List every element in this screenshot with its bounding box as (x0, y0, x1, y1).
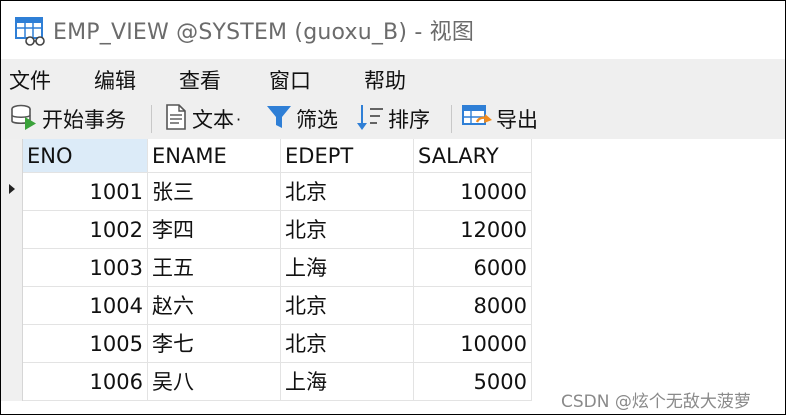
cell-edept[interactable]: 上海 (281, 249, 414, 287)
column-header-eno[interactable]: ENO (23, 139, 148, 173)
cell-eno[interactable]: 1006 (23, 363, 148, 401)
menu-view[interactable]: 查看 (179, 65, 221, 95)
menu-edit[interactable]: 编辑 (94, 65, 136, 95)
view-table-icon (15, 16, 47, 46)
filter-button[interactable]: 筛选 (265, 101, 338, 137)
filter-label: 筛选 (296, 108, 338, 132)
cell-eno[interactable]: 1002 (23, 211, 148, 249)
data-grid: ENO ENAME EDEPT SALARY 1001 张三 北京 10000 … (1, 139, 785, 414)
row-indicator-column (1, 139, 23, 401)
cell-edept[interactable]: 上海 (281, 363, 414, 401)
toolbar-divider (451, 105, 452, 133)
cell-ename[interactable]: 王五 (148, 249, 281, 287)
cell-eno[interactable]: 1001 (23, 173, 148, 211)
toolbar-divider (151, 105, 152, 133)
sort-button[interactable]: 排序 (355, 101, 430, 137)
menu-help[interactable]: 帮助 (364, 65, 406, 95)
column-header-salary[interactable]: SALARY (414, 139, 532, 173)
cell-edept[interactable]: 北京 (281, 173, 414, 211)
cell-eno[interactable]: 1003 (23, 249, 148, 287)
cell-edept[interactable]: 北京 (281, 287, 414, 325)
text-view-button[interactable]: 文本 · (163, 101, 241, 137)
menu-window[interactable]: 窗口 (269, 65, 311, 95)
database-transaction-icon (9, 102, 39, 136)
cell-salary[interactable]: 5000 (414, 363, 532, 401)
current-row-indicator-icon (9, 184, 15, 194)
begin-transaction-label: 开始事务 (42, 108, 126, 132)
menu-bar: 文件 编辑 查看 窗口 帮助 (1, 59, 785, 99)
cell-eno[interactable]: 1004 (23, 287, 148, 325)
text-dropdown-indicator[interactable]: · (236, 110, 241, 129)
export-label: 导出 (496, 108, 538, 132)
app-window: EMP_VIEW @SYSTEM (guoxu_B) - 视图 文件 编辑 查看… (0, 0, 786, 415)
sort-label: 排序 (388, 108, 430, 132)
cell-ename[interactable]: 吴八 (148, 363, 281, 401)
filter-funnel-icon (265, 102, 293, 136)
text-view-label: 文本 (192, 108, 234, 132)
cell-salary[interactable]: 10000 (414, 325, 532, 363)
cell-eno[interactable]: 1005 (23, 325, 148, 363)
cell-salary[interactable]: 12000 (414, 211, 532, 249)
toolbar: 开始事务 文本 · 筛选 排序 导出 (1, 99, 785, 139)
cell-salary[interactable]: 8000 (414, 287, 532, 325)
cell-ename[interactable]: 李七 (148, 325, 281, 363)
title-bar: EMP_VIEW @SYSTEM (guoxu_B) - 视图 (1, 1, 785, 57)
cell-salary[interactable]: 6000 (414, 249, 532, 287)
document-text-icon (163, 102, 189, 136)
cell-ename[interactable]: 张三 (148, 173, 281, 211)
watermark-text: CSDN @炫个无敌大菠萝 (561, 392, 751, 412)
cell-ename[interactable]: 赵六 (148, 287, 281, 325)
sort-icon (355, 102, 385, 136)
menu-file[interactable]: 文件 (9, 65, 51, 95)
column-header-edept[interactable]: EDEPT (281, 139, 414, 173)
window-title: EMP_VIEW @SYSTEM (guoxu_B) - 视图 (53, 20, 475, 45)
export-button[interactable]: 导出 (461, 101, 538, 137)
column-header-ename[interactable]: ENAME (148, 139, 281, 173)
cell-salary[interactable]: 10000 (414, 173, 532, 211)
cell-edept[interactable]: 北京 (281, 211, 414, 249)
begin-transaction-button[interactable]: 开始事务 (9, 101, 126, 137)
export-icon (461, 102, 493, 136)
cell-ename[interactable]: 李四 (148, 211, 281, 249)
cell-edept[interactable]: 北京 (281, 325, 414, 363)
